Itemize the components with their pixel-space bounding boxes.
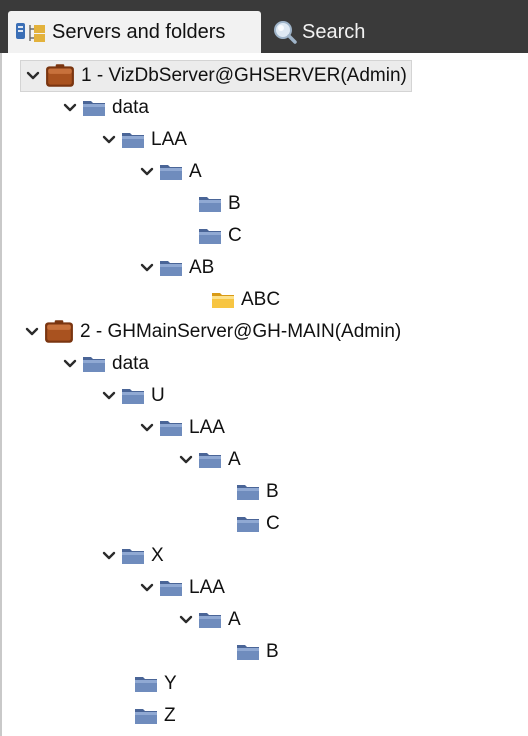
servers-folders-icon: [14, 19, 48, 45]
tab-bar: Servers and folders Search: [0, 0, 528, 53]
tree-folder-x[interactable]: X: [97, 540, 164, 572]
tree-folder-label: U: [151, 385, 165, 406]
chevron-down-icon[interactable]: [174, 444, 198, 476]
tree-folder-x-a[interactable]: A: [174, 604, 241, 636]
chevron-down-icon[interactable]: [135, 572, 159, 604]
tree-folder-label: C: [228, 225, 242, 246]
tree-folder-label: data: [112, 97, 149, 118]
tree-folder-label: ABC: [241, 289, 281, 310]
folder-icon: [82, 98, 106, 118]
tree-folder-u-laa[interactable]: LAA: [135, 412, 225, 444]
folder-icon: [236, 514, 260, 534]
tree-folder-label: B: [266, 641, 279, 662]
tree-server-label: 1 - VizDbServer@GHSERVER(Admin): [81, 65, 407, 86]
search-icon: [272, 19, 298, 45]
folder-icon: [121, 546, 145, 566]
tree-folder-data[interactable]: data: [58, 348, 149, 380]
tree-folder-label: X: [151, 545, 164, 566]
tree-folder-data[interactable]: data: [58, 92, 149, 124]
server-icon: [44, 319, 74, 345]
folder-icon: [134, 706, 158, 726]
tree-server-2[interactable]: 2 - GHMainServer@GH-MAIN(Admin): [20, 316, 401, 348]
tree-folder-u-b[interactable]: B: [212, 476, 279, 508]
chevron-down-icon[interactable]: [135, 412, 159, 444]
server-icon: [45, 63, 75, 89]
tree-folder-y[interactable]: Y: [110, 668, 177, 700]
chevron-down-icon[interactable]: [174, 604, 198, 636]
tab-servers-and-folders[interactable]: Servers and folders: [8, 11, 261, 53]
tree-folder-u-a[interactable]: A: [174, 444, 241, 476]
tree-folder-ab[interactable]: AB: [135, 252, 214, 284]
tree-folder-c[interactable]: C: [174, 220, 242, 252]
folder-icon: [159, 162, 183, 182]
chevron-down-icon[interactable]: [21, 60, 45, 92]
tree-folder-u-c[interactable]: C: [212, 508, 280, 540]
chevron-down-icon[interactable]: [58, 92, 82, 124]
tree-folder-label: LAA: [189, 417, 225, 438]
chevron-down-icon[interactable]: [97, 380, 121, 412]
tree-folder-label: Y: [164, 673, 177, 694]
tree-folder-label: data: [112, 353, 149, 374]
folder-icon: [134, 674, 158, 694]
folder-icon: [198, 194, 222, 214]
folder-icon: [236, 482, 260, 502]
tree-folder-label: B: [228, 193, 241, 214]
tree-server-label: 2 - GHMainServer@GH-MAIN(Admin): [80, 321, 402, 342]
tree-folder-label: A: [228, 609, 241, 630]
tab-search[interactable]: Search: [262, 11, 402, 53]
folder-icon: [159, 578, 183, 598]
tab-search-label: Search: [302, 20, 366, 43]
folder-icon: [82, 354, 106, 374]
tree-folder-z[interactable]: Z: [110, 700, 176, 732]
tree-folder-label: B: [266, 481, 279, 502]
tree-folder-laa[interactable]: LAA: [97, 124, 187, 156]
tree-folder-label: C: [266, 513, 280, 534]
tree-folder-abc[interactable]: ABC: [187, 284, 280, 316]
tree-folder-label: LAA: [189, 577, 225, 598]
folder-icon: [198, 610, 222, 630]
tree-folder-label: A: [228, 449, 241, 470]
tree-folder-label: AB: [189, 257, 215, 278]
tab-servers-and-folders-label: Servers and folders: [52, 20, 226, 43]
tree-folder-u[interactable]: U: [97, 380, 165, 412]
folder-icon: [159, 418, 183, 438]
folder-icon: [159, 258, 183, 278]
folder-icon: [198, 226, 222, 246]
tree-folder-x-laa[interactable]: LAA: [135, 572, 225, 604]
chevron-down-icon[interactable]: [135, 252, 159, 284]
tree-folder-label: LAA: [151, 129, 187, 150]
tree-folder-b[interactable]: B: [174, 188, 241, 220]
chevron-down-icon[interactable]: [58, 348, 82, 380]
folder-icon: [236, 642, 260, 662]
chevron-down-icon[interactable]: [20, 316, 44, 348]
servers-panel: Servers and folders Search 1 - VizDbServ…: [0, 0, 528, 736]
chevron-down-icon[interactable]: [97, 540, 121, 572]
tree-folder-label: Z: [164, 705, 176, 726]
server-tree: 1 - VizDbServer@GHSERVER(Admin) data LAA…: [0, 53, 528, 736]
folder-icon: [121, 130, 145, 150]
folder-open-icon: [211, 290, 235, 310]
folder-icon: [198, 450, 222, 470]
tree-folder-a[interactable]: A: [135, 156, 202, 188]
tree-folder-label: A: [189, 161, 202, 182]
chevron-down-icon[interactable]: [135, 156, 159, 188]
folder-icon: [121, 386, 145, 406]
chevron-down-icon[interactable]: [97, 124, 121, 156]
tree-folder-x-b[interactable]: B: [212, 636, 279, 668]
tree-server-1[interactable]: 1 - VizDbServer@GHSERVER(Admin): [20, 60, 412, 92]
